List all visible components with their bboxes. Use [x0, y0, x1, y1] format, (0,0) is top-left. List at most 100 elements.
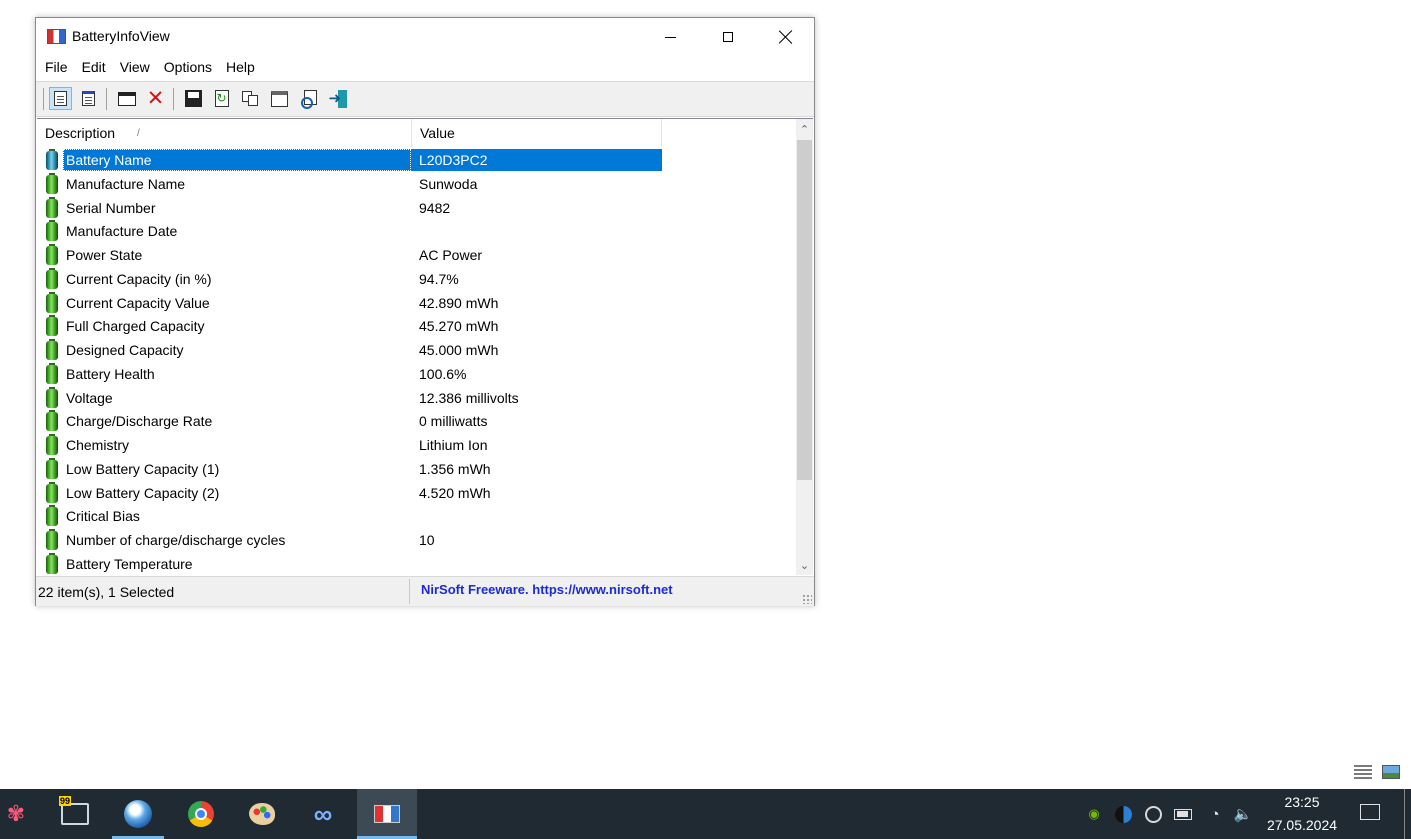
status-bar: 22 item(s), 1 Selected NirSoft Freeware.…	[36, 576, 814, 606]
delete-button[interactable]: ✕	[144, 87, 167, 110]
row-description: Manufacture Date	[66, 223, 178, 240]
infinity-icon: ∞	[313, 798, 333, 829]
row-value: 100.6%	[419, 365, 467, 382]
nirsoft-link[interactable]: NirSoft Freeware. https://www.nirsoft.ne…	[421, 582, 673, 597]
app-icon[interactable]	[47, 29, 66, 44]
taskbar-clock[interactable]: 23:25 27.05.2024	[1260, 789, 1344, 839]
battery-icon	[46, 339, 58, 360]
row-value: 45.000 mWh	[419, 342, 499, 358]
copy-button[interactable]	[239, 87, 262, 110]
menu-edit[interactable]: Edit	[75, 57, 113, 81]
table-row[interactable]: Full Charged Capacity 45.270 mWh	[37, 315, 662, 339]
volume-icon: 🔈	[1233, 806, 1253, 823]
table-row[interactable]: Manufacture Date	[37, 220, 662, 244]
table-row[interactable]: Battery Temperature	[37, 552, 662, 575]
menu-file[interactable]: File	[38, 57, 75, 81]
taskbar-app-browser[interactable]	[108, 789, 168, 839]
battery-icon	[46, 220, 58, 242]
battery-icon	[46, 267, 58, 289]
table-row[interactable]: Number of charge/discharge cycles 10	[37, 529, 662, 553]
row-value: 94.7%	[419, 270, 459, 287]
table-row[interactable]: Battery Health 100.6%	[37, 362, 662, 387]
save-button[interactable]	[182, 87, 205, 110]
battery-icon	[46, 481, 58, 503]
exit-button[interactable]	[327, 87, 350, 110]
scroll-thumb[interactable]	[797, 140, 812, 480]
table-row[interactable]: Low Battery Capacity (2) 4.520 mWh	[37, 481, 662, 506]
html-report-icon	[82, 91, 95, 106]
refresh-icon: ↻	[214, 90, 229, 107]
maximize-icon	[723, 32, 733, 42]
battery-list[interactable]: Description / Value Battery Name L20D3PC2…	[37, 118, 813, 575]
table-row[interactable]: Current Capacity Value 42.890 mWh	[37, 291, 662, 316]
properties-button[interactable]	[268, 87, 291, 110]
table-row[interactable]: Charge/Discharge Rate 0 milliwatts	[37, 410, 662, 434]
large-icons-layout-icon[interactable]	[1382, 765, 1400, 779]
table-row[interactable]: Critical Bias	[37, 505, 662, 529]
find-button[interactable]	[298, 87, 321, 110]
taskbar: ✾ ∞ ◉ ◔ 🔈 23:25 27.05.2024	[0, 789, 1411, 839]
window-icon	[117, 91, 136, 106]
battery-icon	[46, 386, 58, 408]
menu-help[interactable]: Help	[219, 57, 262, 81]
details-layout-icon[interactable]	[1354, 765, 1372, 779]
taskbar-app-batteryinfoview[interactable]	[357, 789, 417, 839]
notification-center-icon[interactable]	[1360, 804, 1380, 820]
column-header-description[interactable]: Description /	[37, 119, 412, 147]
tray-volume[interactable]: 🔈	[1230, 789, 1256, 839]
close-button[interactable]	[757, 18, 815, 56]
app-circle-icon	[1114, 805, 1132, 823]
table-row[interactable]: Low Battery Capacity (1) 1.356 mWh	[37, 457, 662, 482]
table-row[interactable]: Chemistry Lithium Ion	[37, 434, 662, 458]
status-separator	[409, 579, 410, 604]
show-desktop-button[interactable]	[1404, 789, 1405, 839]
menu-options[interactable]: Options	[157, 57, 219, 81]
details-view-icon	[54, 91, 67, 106]
exit-icon	[329, 89, 348, 108]
table-row[interactable]: Serial Number 9482	[37, 196, 662, 221]
title-bar[interactable]: BatteryInfoView	[36, 18, 814, 56]
battery-icon	[46, 172, 58, 194]
clock-time: 23:25	[1284, 794, 1320, 810]
column-header-value[interactable]: Value	[412, 119, 662, 147]
vertical-scrollbar[interactable]: ⌃ ⌄	[796, 119, 813, 575]
maximize-button[interactable]	[699, 18, 757, 56]
window-button[interactable]	[115, 87, 138, 110]
scroll-up-button[interactable]: ⌃	[796, 121, 813, 138]
scroll-down-button[interactable]: ⌄	[796, 557, 813, 574]
taskbar-app-chrome[interactable]	[171, 789, 231, 839]
table-row[interactable]: Designed Capacity 45.000 mWh	[37, 339, 662, 363]
toolbar-separator	[173, 88, 174, 110]
list-rows: Battery Name L20D3PC2 Manufacture Name Sunw…	[37, 149, 662, 575]
row-description: Current Capacity (in %)	[66, 270, 212, 287]
table-row[interactable]: Manufacture Name Sunwoda	[37, 172, 662, 197]
refresh-button[interactable]: ↻	[210, 87, 233, 110]
column-description-label: Description	[45, 125, 116, 141]
row-description: Power State	[66, 247, 143, 263]
taskbar-app-system-monitor[interactable]	[45, 789, 105, 839]
table-row[interactable]: Power State AC Power	[37, 244, 662, 268]
tray-nvidia[interactable]: ◉	[1081, 789, 1107, 839]
delete-icon: ✕	[146, 86, 165, 110]
row-description: Critical Bias	[66, 508, 140, 525]
taskbar-app-infinity[interactable]: ∞	[293, 789, 353, 839]
tray-steam[interactable]	[1140, 789, 1166, 839]
window-title: BatteryInfoView	[72, 28, 170, 44]
tray-wifi[interactable]: ◔	[1202, 789, 1228, 839]
details-view-button[interactable]	[49, 87, 72, 110]
tray-battery[interactable]	[1170, 789, 1196, 839]
row-value: 1.356 mWh	[419, 460, 491, 477]
menu-view[interactable]: View	[113, 57, 157, 81]
battery-icon	[46, 149, 58, 170]
row-value: 12.386 millivolts	[419, 389, 519, 406]
resize-grip[interactable]	[802, 594, 812, 604]
find-icon	[301, 90, 318, 109]
html-report-button[interactable]	[77, 87, 100, 110]
taskbar-app-paint[interactable]: ✾	[0, 789, 32, 839]
minimize-button[interactable]	[641, 18, 699, 56]
tray-app-circle[interactable]	[1110, 789, 1136, 839]
table-row[interactable]: Current Capacity (in %) 94.7%	[37, 267, 662, 292]
table-row[interactable]: Voltage 12.386 millivolts	[37, 386, 662, 411]
table-row[interactable]: Battery Name L20D3PC2	[37, 149, 662, 173]
taskbar-app-palette[interactable]	[232, 789, 292, 839]
